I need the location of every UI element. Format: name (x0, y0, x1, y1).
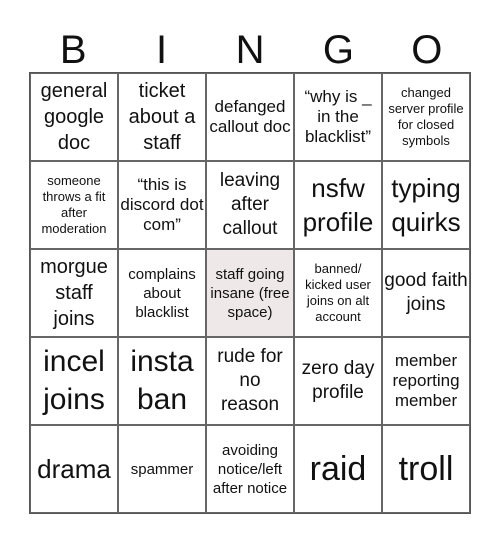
bingo-cell[interactable]: defanged callout doc (206, 73, 294, 161)
cell-text: “why is _ in the blacklist” (304, 87, 372, 146)
cell-text: morgue staff joins (40, 256, 108, 330)
cell-text: member reporting member (392, 351, 460, 410)
bingo-cell[interactable]: member reporting member (382, 337, 470, 425)
bingo-cell[interactable]: changed server profile for closed symbol… (382, 73, 470, 161)
bingo-cell[interactable]: avoiding notice/left after notice (206, 425, 294, 513)
cell-text: rude for no reason (217, 346, 283, 415)
bingo-cell[interactable]: “why is _ in the blacklist” (294, 73, 382, 161)
bingo-board: general google doc ticket about a staff … (29, 72, 471, 514)
bingo-cell[interactable]: drama (30, 425, 118, 513)
cell-text: troll (398, 450, 454, 488)
cell-text: banned/ kicked user joins on alt account (305, 261, 371, 324)
bingo-cell[interactable]: spammer (118, 425, 206, 513)
bingo-cell[interactable]: raid (294, 425, 382, 513)
header-letter-o: O (411, 28, 443, 72)
bingo-cell[interactable]: general google doc (30, 73, 118, 161)
header-letter-g: G (322, 28, 354, 72)
cell-text: good faith joins (384, 270, 468, 315)
cell-text: spammer (130, 460, 194, 478)
bingo-cell[interactable]: morgue staff joins (30, 249, 118, 337)
cell-text: defanged callout doc (209, 97, 291, 136)
bingo-cell[interactable]: insta ban (118, 337, 206, 425)
bingo-cell[interactable]: someone throws a fit after moderation (30, 161, 118, 249)
cell-text: avoiding notice/left after notice (212, 441, 288, 497)
cell-text: ticket about a staff (128, 80, 196, 154)
cell-text: nsfw profile (302, 173, 374, 237)
cell-text: typing quirks (391, 173, 461, 237)
bingo-header: B I N G O (29, 28, 471, 72)
cell-text: incel joins (43, 345, 105, 416)
bingo-cell[interactable]: typing quirks (382, 161, 470, 249)
bingo-cell[interactable]: incel joins (30, 337, 118, 425)
header-letter-i: I (156, 28, 168, 72)
header-letter-b: B (59, 28, 87, 72)
cell-text: raid (309, 450, 367, 488)
cell-text: changed server profile for closed symbol… (388, 85, 464, 148)
bingo-cell[interactable]: nsfw profile (294, 161, 382, 249)
bingo-cell[interactable]: troll (382, 425, 470, 513)
header-letter-n: N (235, 28, 265, 72)
bingo-cell[interactable]: ticket about a staff (118, 73, 206, 161)
cell-text: “this is discord dot com” (120, 175, 204, 234)
cell-text: someone throws a fit after moderation (41, 173, 107, 236)
cell-text: staff going insane (free space) (210, 265, 290, 321)
cell-text: insta ban (130, 345, 194, 416)
bingo-cell[interactable]: “this is discord dot com” (118, 161, 206, 249)
bingo-cell[interactable]: good faith joins (382, 249, 470, 337)
cell-text: drama (37, 454, 111, 484)
bingo-cell[interactable]: complains about blacklist (118, 249, 206, 337)
bingo-cell[interactable]: banned/ kicked user joins on alt account (294, 249, 382, 337)
cell-text: complains about blacklist (128, 265, 196, 321)
bingo-cell[interactable]: rude for no reason (206, 337, 294, 425)
free-space-cell[interactable]: staff going insane (free space) (206, 249, 294, 337)
bingo-cell[interactable]: zero day profile (294, 337, 382, 425)
cell-text: general google doc (40, 80, 108, 154)
bingo-cell[interactable]: leaving after callout (206, 161, 294, 249)
cell-text: leaving after callout (219, 170, 281, 239)
cell-text: zero day profile (301, 358, 375, 403)
